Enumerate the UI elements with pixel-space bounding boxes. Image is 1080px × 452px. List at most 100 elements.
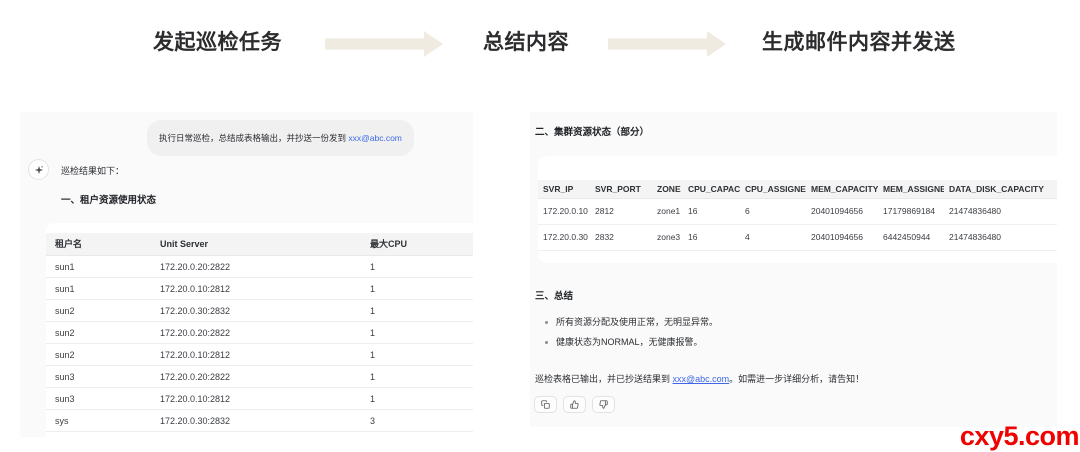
table-cell: sys — [46, 410, 151, 432]
section-title-tenant-usage: 一、租户资源使用状态 — [61, 192, 156, 206]
chat-panel-right: 二、集群资源状态（部分） SVR_IPSVR_PORTZONECPU_CAPAC… — [530, 112, 1057, 427]
table-cell: 20401094656 — [806, 225, 878, 251]
closing-text-post: 。如需进一步详细分析，请告知！ — [729, 374, 864, 384]
table-cell: 1 — [361, 366, 473, 388]
tenant-usage-table-card: 租户名Unit Server最大CPUsun1172.20.0.20:28221… — [46, 223, 473, 437]
arrow-right-icon — [608, 31, 726, 57]
arrow-right-icon — [325, 31, 443, 57]
table-cell: zone3 — [652, 225, 683, 251]
table-cell: sun2 — [46, 300, 151, 322]
table-row: sun2172.20.0.20:28221 — [46, 322, 473, 344]
column-header: SVR_PORT — [590, 180, 652, 199]
thumbs-up-icon — [570, 400, 579, 409]
section-title-summary: 三、总结 — [535, 288, 573, 302]
table-cell: 16 — [683, 225, 740, 251]
table-cell: 1 — [361, 300, 473, 322]
ai-sparkle-icon — [34, 165, 44, 175]
summary-bullet-text: 所有资源分配及使用正常，无明显异常。 — [556, 317, 718, 328]
table-row: sun1172.20.0.20:28221 — [46, 256, 473, 278]
table-cell: 172.20.0.30:2832 — [151, 300, 361, 322]
thumbs-down-button[interactable] — [592, 396, 615, 413]
summary-bullet: 健康状态为NORMAL，无健康报警。 — [535, 337, 718, 348]
table-cell: sun2 — [46, 322, 151, 344]
table-cell: 3 — [361, 410, 473, 432]
table-cell: 172.20.0.20:2822 — [151, 322, 361, 344]
summary-bullet-list: 所有资源分配及使用正常，无明显异常。 健康状态为NORMAL，无健康报警。 — [535, 317, 718, 357]
column-header: DATA_DISK_CAPACITY — [944, 180, 1057, 199]
message-actions — [534, 396, 615, 413]
cluster-resources-table: SVR_IPSVR_PORTZONECPU_CAPACITYCPU_ASSIGN… — [538, 180, 1057, 251]
flow-step-summarize: 总结内容 — [483, 30, 569, 56]
user-message-email-link[interactable]: xxx@abc.com — [348, 133, 402, 143]
table-row: 172.20.0.302832zone316420401094656644245… — [538, 225, 1057, 251]
table-header-row: SVR_IPSVR_PORTZONECPU_CAPACITYCPU_ASSIGN… — [538, 180, 1057, 199]
summary-bullet-text: 健康状态为NORMAL，无健康报警。 — [556, 337, 703, 348]
table-cell: sun1 — [46, 256, 151, 278]
table-row: 172.20.0.102812zone116620401094656171798… — [538, 199, 1057, 225]
bullet-dot-icon — [545, 341, 548, 344]
table-cell: 20401094656 — [806, 199, 878, 225]
table-cell: 172.20.0.10:2812 — [151, 344, 361, 366]
table-row: sun1172.20.0.10:28121 — [46, 278, 473, 300]
result-email-link[interactable]: xxx@abc.com — [673, 374, 730, 384]
table-cell: sun1 — [46, 278, 151, 300]
watermark: cxy5.com — [960, 422, 1079, 450]
assistant-intro-text: 巡检结果如下： — [61, 164, 124, 177]
table-row: sun3172.20.0.10:28121 — [46, 388, 473, 410]
thumbs-down-icon — [599, 400, 608, 409]
column-header: MEM_CAPACITY — [806, 180, 878, 199]
thumbs-up-button[interactable] — [563, 396, 586, 413]
table-cell: 1 — [361, 256, 473, 278]
closing-text-pre: 巡检表格已输出，并已抄送结果到 — [535, 374, 673, 384]
table-cell: sun2 — [46, 344, 151, 366]
column-header: Unit Server — [151, 233, 361, 256]
table-cell: sun3 — [46, 388, 151, 410]
table-cell: 2832 — [590, 225, 652, 251]
table-cell: 1 — [361, 388, 473, 410]
table-cell: 6442450944 — [878, 225, 944, 251]
flow-step-initiate: 发起巡检任务 — [153, 30, 282, 56]
table-cell: 21474836480 — [944, 199, 1057, 225]
section-title-cluster-resources: 二、集群资源状态（部分） — [535, 124, 649, 138]
closing-message: 巡检表格已输出，并已抄送结果到 xxx@abc.com。如需进一步详细分析，请告… — [535, 374, 864, 385]
table-cell: 172.20.0.20:2822 — [151, 256, 361, 278]
table-cell: 4 — [740, 225, 806, 251]
column-header: 最大CPU — [361, 233, 473, 256]
table-cell: sun3 — [46, 366, 151, 388]
table-cell: 1 — [361, 344, 473, 366]
column-header: SVR_IP — [538, 180, 590, 199]
bullet-dot-icon — [545, 321, 548, 324]
table-cell: 172.20.0.10 — [538, 199, 590, 225]
cluster-resources-table-card: SVR_IPSVR_PORTZONECPU_CAPACITYCPU_ASSIGN… — [538, 156, 1057, 263]
table-header-row: 租户名Unit Server最大CPU — [46, 233, 473, 256]
table-cell: 21474836480 — [944, 225, 1057, 251]
table-row: sun2172.20.0.30:28321 — [46, 300, 473, 322]
table-cell: 172.20.0.10:2812 — [151, 278, 361, 300]
tenant-usage-table: 租户名Unit Server最大CPUsun1172.20.0.20:28221… — [46, 233, 473, 432]
table-cell: zone1 — [652, 199, 683, 225]
table-cell: 6 — [740, 199, 806, 225]
copy-icon — [541, 400, 550, 409]
column-header: 租户名 — [46, 233, 151, 256]
column-header: CPU_CAPACITY — [683, 180, 740, 199]
table-cell: 172.20.0.30 — [538, 225, 590, 251]
copy-button[interactable] — [534, 396, 557, 413]
summary-bullet: 所有资源分配及使用正常，无明显异常。 — [535, 317, 718, 328]
user-message-bubble: 执行日常巡检，总结成表格输出，并抄送一份发到 xxx@abc.com — [147, 120, 414, 156]
chat-panel-left: 执行日常巡检，总结成表格输出，并抄送一份发到 xxx@abc.com 巡检结果如… — [20, 112, 473, 437]
column-header: ZONE — [652, 180, 683, 199]
table-row: sun3172.20.0.20:28221 — [46, 366, 473, 388]
user-message-text: 执行日常巡检，总结成表格输出，并抄送一份发到 — [159, 133, 348, 143]
assistant-avatar — [28, 159, 49, 180]
table-cell: 172.20.0.30:2832 — [151, 410, 361, 432]
table-row: sys172.20.0.30:28323 — [46, 410, 473, 432]
column-header: CPU_ASSIGNED — [740, 180, 806, 199]
table-cell: 16 — [683, 199, 740, 225]
table-cell: 172.20.0.10:2812 — [151, 388, 361, 410]
table-cell: 1 — [361, 322, 473, 344]
table-cell: 17179869184 — [878, 199, 944, 225]
table-row: sun2172.20.0.10:28121 — [46, 344, 473, 366]
workflow-screenshot: 发起巡检任务 总结内容 生成邮件内容并发送 执行日常巡检，总结成表格输出，并抄送… — [0, 0, 1080, 452]
table-cell: 172.20.0.20:2822 — [151, 366, 361, 388]
flow-step-send-email: 生成邮件内容并发送 — [762, 30, 956, 56]
